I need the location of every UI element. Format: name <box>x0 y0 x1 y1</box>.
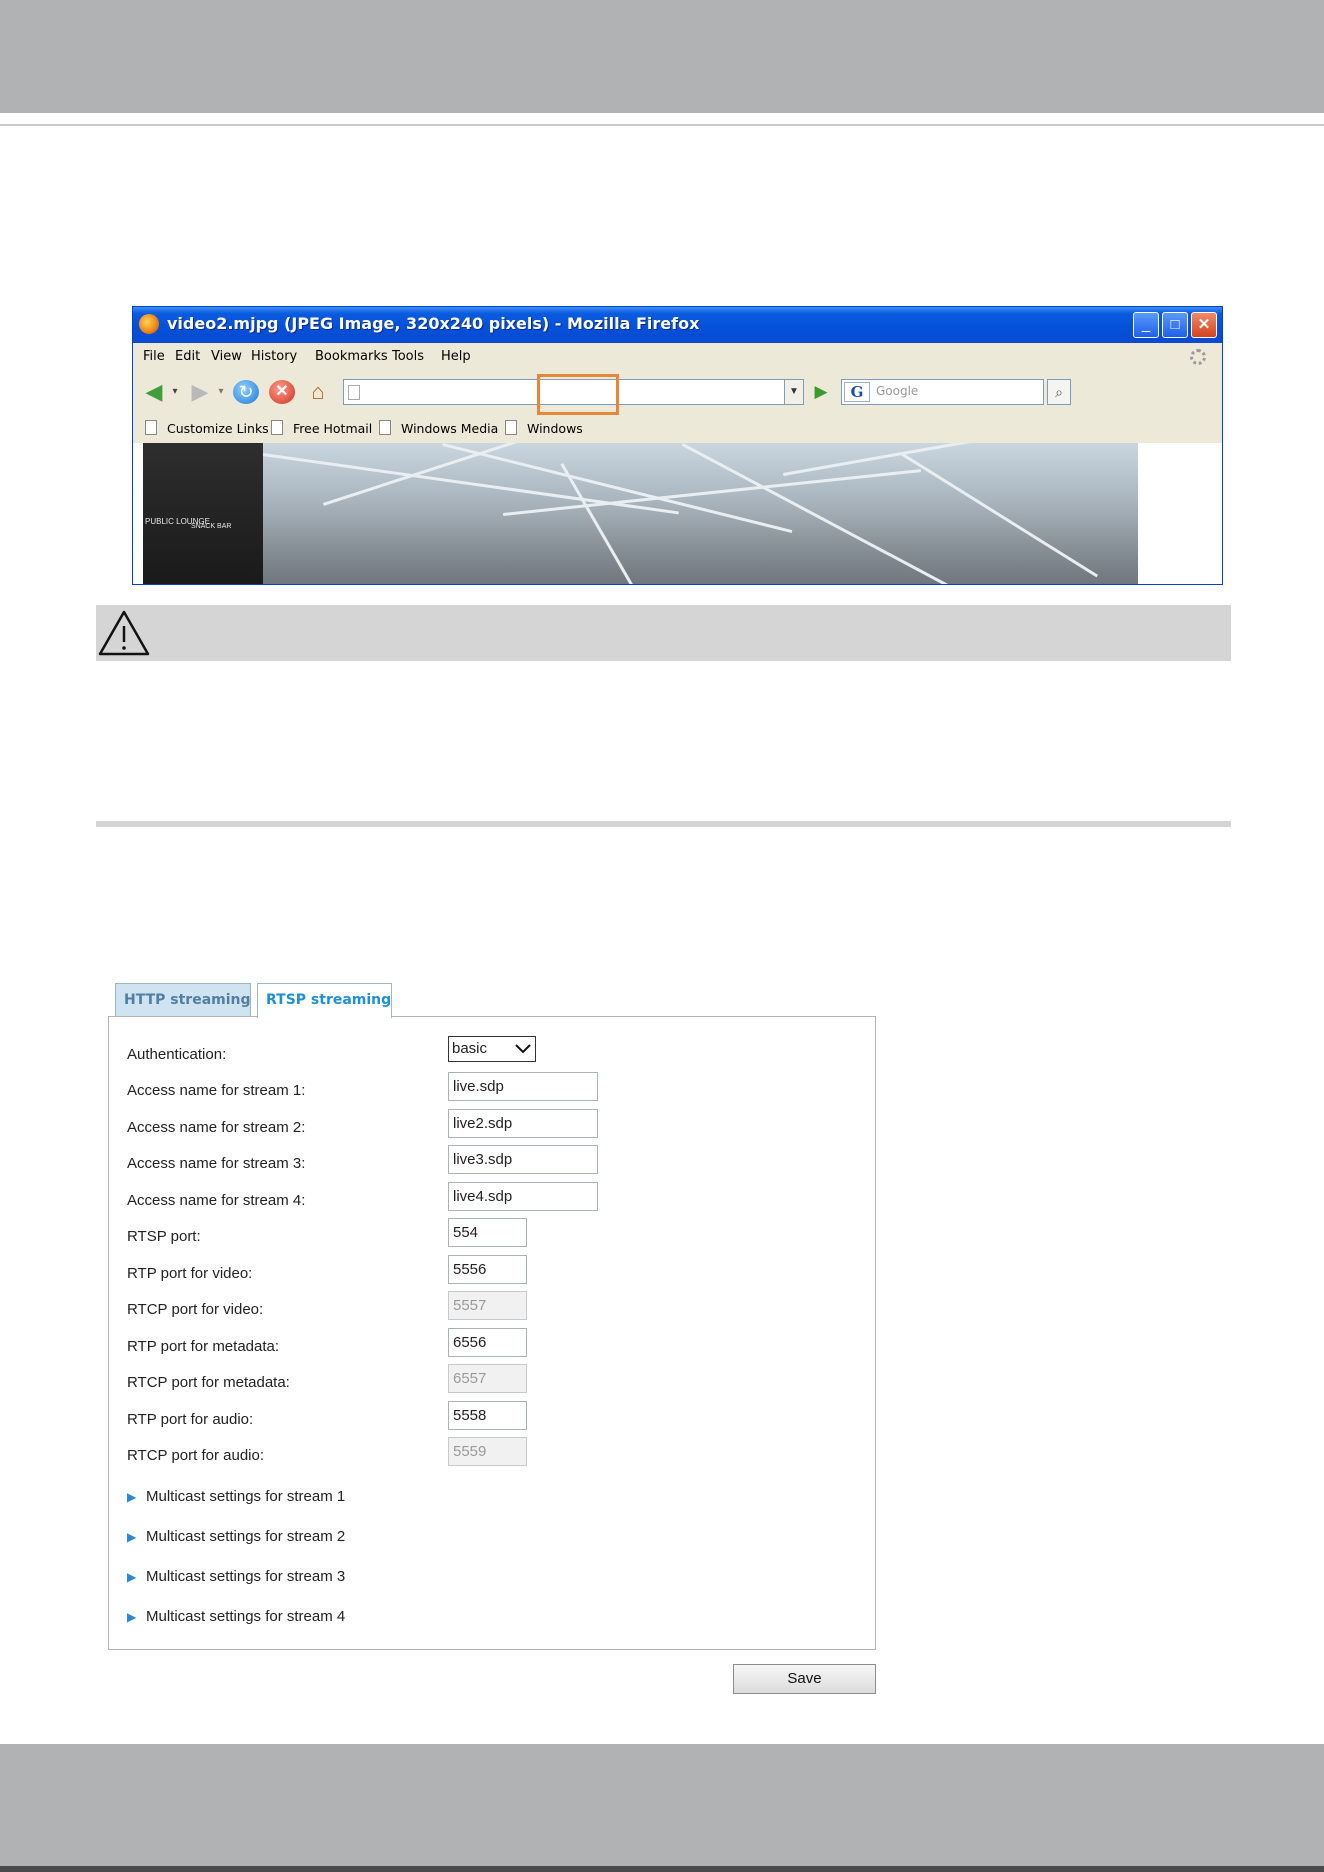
multicast-stream3-link[interactable]: Multicast settings for stream 3 <box>146 1568 345 1585</box>
rtcp-video-port-input: 5557 <box>448 1291 527 1320</box>
window-title: video2.mjpg (JPEG Image, 320x240 pixels)… <box>167 314 700 333</box>
title-bar: video2.mjpg (JPEG Image, 320x240 pixels)… <box>133 307 1222 343</box>
forward-dropdown-icon[interactable]: ▾ <box>215 380 227 404</box>
camera-snapshot-image: PUBLIC LOUNGE SNACK BAR <box>143 443 1138 584</box>
menu-history[interactable]: History <box>251 349 297 364</box>
authentication-label: Authentication: <box>127 1046 227 1063</box>
image-sign-text: SNACK BAR <box>191 523 232 530</box>
forward-arrow-icon[interactable]: ▶ <box>187 380 213 404</box>
rtp-metadata-port-label: RTP port for metadata: <box>127 1338 280 1355</box>
url-highlight-box <box>537 374 619 415</box>
menu-tools[interactable]: Tools <box>392 349 424 364</box>
rtcp-audio-port-label: RTCP port for audio: <box>127 1447 265 1464</box>
close-button[interactable]: ✕ <box>1191 312 1217 338</box>
rtp-video-port-label: RTP port for video: <box>127 1265 253 1282</box>
stream3-access-input[interactable]: live3.sdp <box>448 1145 598 1174</box>
rtcp-metadata-port-input: 6557 <box>448 1364 527 1393</box>
page-icon <box>379 420 391 435</box>
bookmark-item[interactable]: Windows <box>505 420 583 436</box>
chevron-down-icon[interactable] <box>512 1036 534 1062</box>
back-dropdown-icon[interactable]: ▾ <box>169 380 181 404</box>
stream2-access-label: Access name for stream 2: <box>127 1119 306 1136</box>
url-history-dropdown-icon[interactable]: ▼ <box>784 379 804 405</box>
bookmark-item[interactable]: Windows Media <box>379 420 498 436</box>
bookmark-label: Windows Media <box>401 421 499 436</box>
tab-http-streaming[interactable]: HTTP streaming <box>115 983 251 1017</box>
maximize-button[interactable]: □ <box>1162 312 1188 338</box>
bookmark-label: Windows <box>527 421 583 436</box>
multicast-stream2-link[interactable]: Multicast settings for stream 2 <box>146 1528 345 1545</box>
rtcp-audio-port-input: 5559 <box>448 1437 527 1466</box>
section-divider <box>96 821 1231 827</box>
stop-icon[interactable]: ✕ <box>269 380 295 404</box>
stream3-access-label: Access name for stream 3: <box>127 1155 306 1172</box>
page-footer-band <box>0 1744 1324 1872</box>
expand-arrow-icon[interactable]: ▶ <box>127 1610 137 1624</box>
firefox-window: video2.mjpg (JPEG Image, 320x240 pixels)… <box>132 306 1223 585</box>
stream4-access-label: Access name for stream 4: <box>127 1192 306 1209</box>
tab-rtsp-streaming[interactable]: RTSP streaming <box>257 983 392 1018</box>
reload-icon[interactable]: ↻ <box>233 380 259 404</box>
stream1-access-label: Access name for stream 1: <box>127 1082 306 1099</box>
browser-content: PUBLIC LOUNGE SNACK BAR <box>133 443 1222 584</box>
rtp-metadata-port-input[interactable]: 6556 <box>448 1328 527 1357</box>
throbber-icon <box>1190 349 1206 365</box>
save-button[interactable]: Save <box>733 1664 876 1694</box>
page-icon <box>145 420 157 435</box>
bookmarks-toolbar: Customize Links Free Hotmail Windows Med… <box>133 413 1222 443</box>
rtcp-video-port-label: RTCP port for video: <box>127 1301 264 1318</box>
navigation-toolbar: ◀ ▾ ▶ ▾ ↻ ✕ ⌂ ▼ ▶ G Google ⌕ <box>133 371 1222 413</box>
expand-arrow-icon[interactable]: ▶ <box>127 1490 137 1504</box>
multicast-stream4-link[interactable]: Multicast settings for stream 4 <box>146 1608 345 1625</box>
menu-bookmarks[interactable]: Bookmarks <box>315 349 388 364</box>
rtp-audio-port-label: RTP port for audio: <box>127 1411 254 1428</box>
menu-bar: File Edit View History Bookmarks Tools H… <box>133 343 1222 371</box>
page-icon <box>271 420 283 435</box>
menu-edit[interactable]: Edit <box>175 349 200 364</box>
bookmark-item[interactable]: Customize Links <box>145 420 269 436</box>
bookmark-item[interactable]: Free Hotmail <box>271 420 372 436</box>
search-engine-icon[interactable]: G <box>844 382 870 402</box>
footer-edge <box>0 1866 1324 1872</box>
expand-arrow-icon[interactable]: ▶ <box>127 1530 137 1544</box>
warning-icon <box>96 608 152 658</box>
magnifier-icon[interactable]: ⌕ <box>1047 379 1071 405</box>
rtsp-port-label: RTSP port: <box>127 1228 201 1245</box>
page-icon <box>505 420 517 435</box>
home-icon[interactable]: ⌂ <box>305 380 331 404</box>
rtp-audio-port-input[interactable]: 5558 <box>448 1401 527 1430</box>
go-arrow-icon[interactable]: ▶ <box>810 379 832 405</box>
stream4-access-input[interactable]: live4.sdp <box>448 1182 598 1211</box>
firefox-icon <box>139 314 159 334</box>
rtsp-port-input[interactable]: 554 <box>448 1218 527 1247</box>
search-placeholder: Google <box>876 384 919 398</box>
menu-view[interactable]: View <box>211 349 242 364</box>
bookmark-label: Free Hotmail <box>293 421 373 436</box>
expand-arrow-icon[interactable]: ▶ <box>127 1570 137 1584</box>
stream1-access-input[interactable]: live.sdp <box>448 1072 598 1101</box>
stream2-access-input[interactable]: live2.sdp <box>448 1109 598 1138</box>
rtcp-metadata-port-label: RTCP port for metadata: <box>127 1374 290 1391</box>
search-input[interactable]: G Google <box>841 379 1044 405</box>
header-divider <box>0 124 1324 126</box>
minimize-button[interactable]: _ <box>1133 312 1159 338</box>
page-icon <box>348 385 360 400</box>
menu-file[interactable]: File <box>143 349 165 364</box>
menu-help[interactable]: Help <box>441 349 471 364</box>
page-header-band <box>0 0 1324 113</box>
rtp-video-port-input[interactable]: 5556 <box>448 1255 527 1284</box>
camera-dark-region: PUBLIC LOUNGE SNACK BAR <box>143 443 263 584</box>
back-arrow-icon[interactable]: ◀ <box>141 380 167 404</box>
note-bar <box>96 605 1231 661</box>
bookmark-label: Customize Links <box>167 421 269 436</box>
multicast-stream1-link[interactable]: Multicast settings for stream 1 <box>146 1488 345 1505</box>
